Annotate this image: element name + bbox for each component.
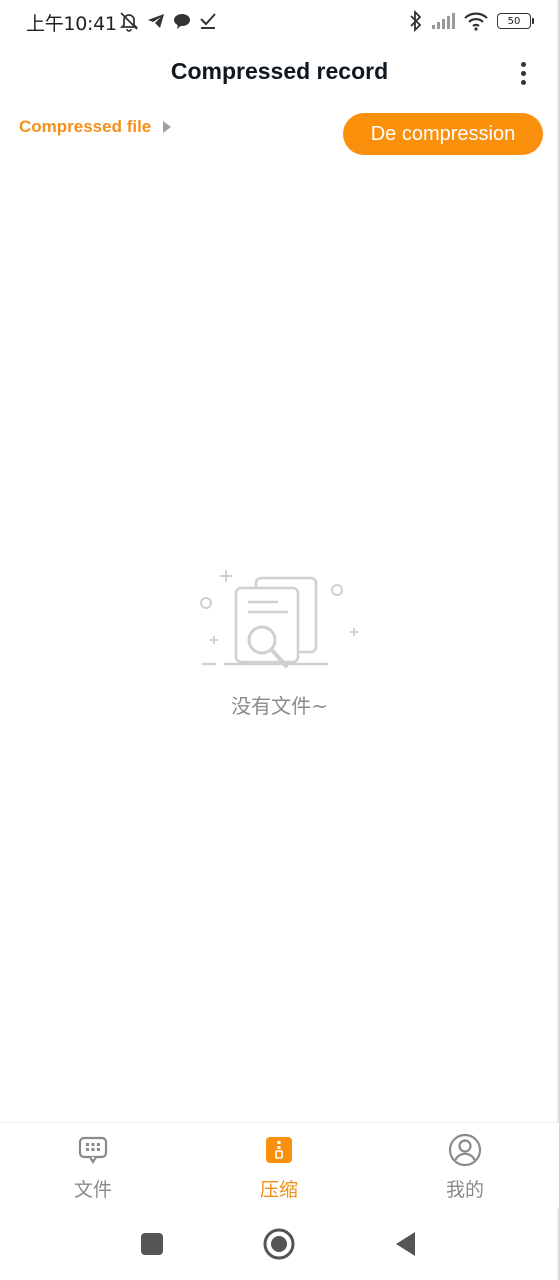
more-options-button[interactable] [511, 56, 535, 90]
chat-bubble-icon [174, 14, 190, 29]
nav-label-compress: 压缩 [259, 1179, 298, 1201]
more-dot-icon [520, 61, 526, 67]
status-system-icons: 50 [409, 9, 534, 33]
breadcrumb-label: Compressed file [19, 117, 152, 136]
zip-icon [262, 1133, 296, 1167]
nav-label-profile: 我的 [445, 1179, 484, 1201]
app-bar: Compressed record [0, 46, 559, 100]
nav-item-compress[interactable]: 压缩 [229, 1133, 329, 1203]
breadcrumb[interactable]: Compressed file [19, 117, 172, 137]
square-icon [141, 1233, 163, 1255]
decompress-button[interactable]: De compression [343, 113, 543, 155]
more-dot-icon [520, 70, 526, 76]
nav-item-files[interactable]: 文件 [43, 1133, 143, 1203]
battery-level: 50 [507, 15, 521, 27]
status-time: 上午10:41 [26, 13, 117, 35]
page-title: Compressed record [170, 58, 389, 84]
file-grid-icon [76, 1133, 110, 1167]
nav-label-files: 文件 [73, 1179, 112, 1201]
circle-icon [263, 1228, 295, 1260]
profile-icon [448, 1133, 482, 1167]
telegram-icon [148, 14, 164, 28]
home-button[interactable] [261, 1226, 297, 1262]
more-dot-icon [520, 79, 526, 85]
empty-state-message: 没有文件~ [231, 694, 328, 718]
bluetooth-icon [410, 10, 422, 32]
back-button[interactable] [388, 1226, 424, 1262]
wifi-icon [464, 12, 488, 31]
status-notification-icons [118, 9, 218, 33]
triangle-back-icon [396, 1232, 415, 1256]
bottom-nav: 文件 压缩 我的 [0, 1122, 559, 1208]
muted-bell-icon [119, 12, 139, 32]
chevron-right-icon [163, 121, 172, 133]
battery-icon: 50 [497, 13, 534, 29]
empty-state: 没有文件~ [0, 566, 559, 726]
task-check-icon [200, 13, 216, 29]
status-bar: 上午10:41 50 [0, 0, 559, 42]
system-nav-bar [0, 1208, 559, 1280]
nav-item-profile[interactable]: 我的 [415, 1133, 515, 1203]
signal-icon [432, 13, 455, 29]
empty-files-icon [200, 570, 358, 668]
recents-button[interactable] [134, 1226, 170, 1262]
